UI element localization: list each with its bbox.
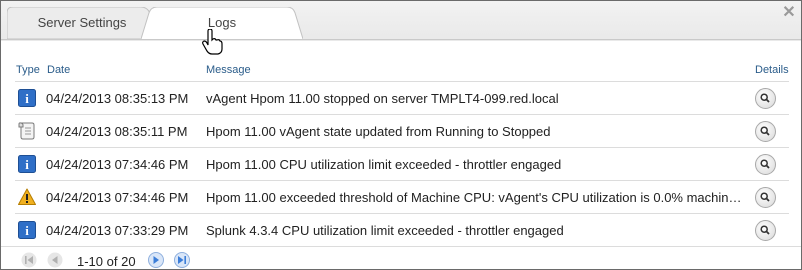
- row-date: 04/24/2013 07:34:46 PM: [46, 190, 189, 205]
- svg-text:i: i: [25, 157, 29, 172]
- row-date: 04/24/2013 08:35:11 PM: [46, 124, 188, 139]
- logs-dialog: Server Settings Logs ✕ Type Date Message…: [0, 0, 802, 270]
- previous-page-icon[interactable]: [47, 252, 63, 268]
- divider: [1, 39, 801, 40]
- column-type[interactable]: Type: [16, 64, 40, 76]
- row-message: vAgent Hpom 11.00 stopped on server TMPL…: [206, 91, 559, 106]
- tab-bar: Server Settings Logs ✕: [1, 1, 801, 41]
- details-button[interactable]: [755, 88, 776, 109]
- details-button[interactable]: [755, 187, 776, 208]
- row-message: Hpom 11.00 vAgent state updated from Run…: [206, 124, 551, 139]
- column-date[interactable]: Date: [47, 64, 70, 76]
- hand-cursor-icon: [202, 29, 223, 55]
- details-button[interactable]: [755, 154, 776, 175]
- info-icon: i: [18, 221, 36, 239]
- magnifier-icon: [760, 93, 770, 103]
- magnifier-icon: [760, 126, 770, 136]
- magnifier-icon: [760, 225, 770, 235]
- table-row[interactable]: i 04/24/2013 07:34:46 PM Hpom 11.00 CPU …: [15, 147, 789, 181]
- svg-text:i: i: [25, 91, 29, 106]
- column-message[interactable]: Message: [206, 64, 251, 76]
- table-header: Type Date Message Details: [1, 61, 801, 81]
- table-row[interactable]: 04/24/2013 07:34:46 PM Hpom 11.00 exceed…: [15, 180, 789, 214]
- tab-label: Logs: [207, 14, 237, 30]
- last-page-icon[interactable]: [174, 252, 190, 268]
- row-message: Hpom 11.00 exceeded threshold of Machine…: [206, 190, 742, 205]
- table-row[interactable]: i 04/24/2013 08:35:13 PM vAgent Hpom 11.…: [15, 81, 789, 115]
- table-row[interactable]: 04/24/2013 08:35:11 PM Hpom 11.00 vAgent…: [15, 114, 789, 148]
- magnifier-icon: [760, 159, 770, 169]
- warning-icon: [18, 188, 36, 205]
- column-details[interactable]: Details: [755, 64, 789, 76]
- table-row[interactable]: i 04/24/2013 07:33:29 PM Splunk 4.3.4 CP…: [15, 213, 789, 247]
- first-page-icon[interactable]: [21, 252, 37, 268]
- magnifier-icon: [760, 192, 770, 202]
- info-icon: i: [18, 155, 36, 173]
- row-date: 04/24/2013 07:33:29 PM: [46, 223, 189, 238]
- tab-label: Server Settings: [37, 14, 127, 30]
- row-message: Splunk 4.3.4 CPU utilization limit excee…: [206, 223, 564, 238]
- close-icon[interactable]: ✕: [781, 5, 797, 21]
- details-button[interactable]: [755, 121, 776, 142]
- svg-text:i: i: [25, 223, 29, 238]
- row-date: 04/24/2013 07:34:46 PM: [46, 157, 189, 172]
- details-button[interactable]: [755, 220, 776, 241]
- pagination: 1-10 of 20: [1, 246, 801, 269]
- row-message: Hpom 11.00 CPU utilization limit exceede…: [206, 157, 562, 172]
- page-range-text: 1-10 of 20: [77, 254, 136, 269]
- next-page-icon[interactable]: [148, 252, 164, 268]
- scroll-icon: [18, 122, 35, 140]
- info-icon: i: [18, 89, 36, 107]
- row-date: 04/24/2013 08:35:13 PM: [46, 91, 189, 106]
- tab-server-settings[interactable]: Server Settings: [7, 7, 157, 39]
